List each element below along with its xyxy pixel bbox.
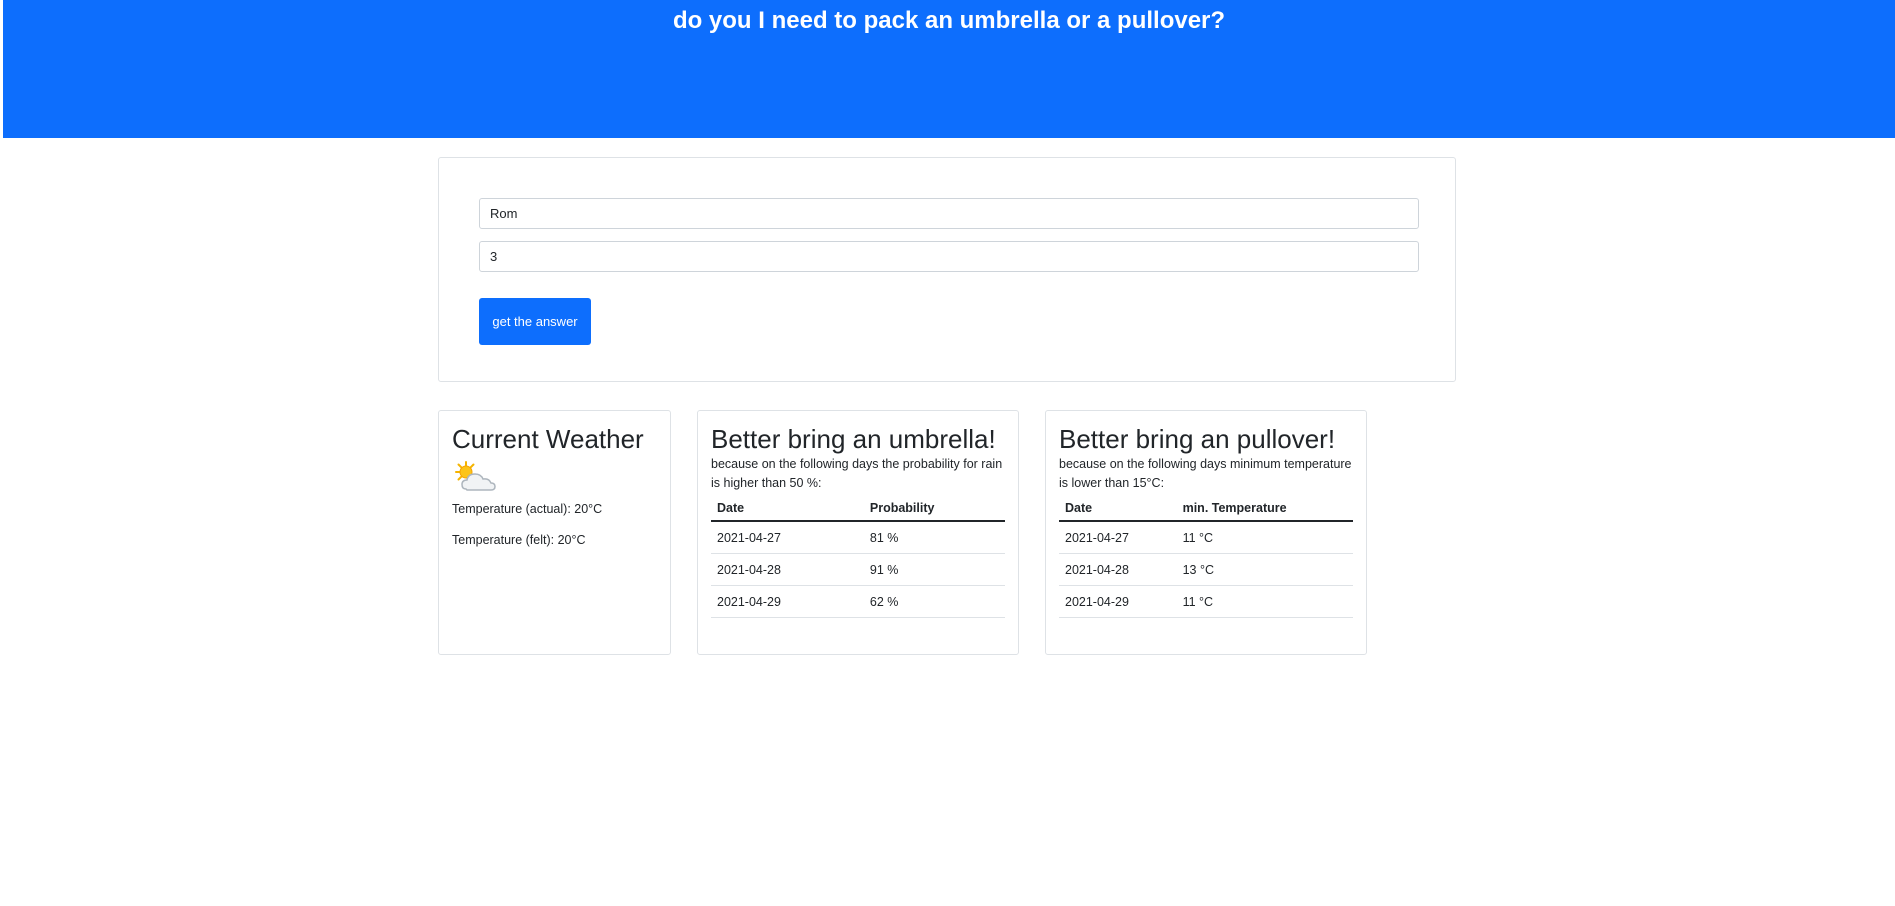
table-row: 2021-04-27 11 °C bbox=[1059, 521, 1353, 554]
cell-min-temperature: 11 °C bbox=[1176, 521, 1353, 554]
table-header-row: Date Probability bbox=[711, 496, 1005, 522]
current-weather-card: Current Weather Temperature (actual): 20… bbox=[438, 410, 671, 655]
city-input[interactable] bbox=[479, 198, 1419, 229]
umbrella-card: Better bring an umbrella! because on the… bbox=[697, 410, 1019, 655]
cell-probability: 81 % bbox=[863, 521, 1005, 554]
table-header-row: Date min. Temperature bbox=[1059, 496, 1353, 522]
column-header-date: Date bbox=[1059, 496, 1177, 522]
days-input[interactable] bbox=[479, 241, 1419, 272]
cell-min-temperature: 13 °C bbox=[1176, 553, 1353, 586]
get-answer-button[interactable]: get the answer bbox=[479, 298, 591, 345]
cell-date: 2021-04-27 bbox=[1059, 521, 1177, 554]
partly-cloudy-icon bbox=[452, 455, 657, 500]
cell-probability: 62 % bbox=[863, 585, 1005, 618]
min-temperature-table: Date min. Temperature 2021-04-27 11 °C 2… bbox=[1059, 496, 1353, 618]
column-header-probability: Probability bbox=[863, 496, 1005, 522]
cell-date: 2021-04-29 bbox=[1059, 585, 1177, 618]
column-header-min-temperature: min. Temperature bbox=[1176, 496, 1353, 522]
column-header-date: Date bbox=[711, 496, 864, 522]
pullover-title: Better bring an pullover! bbox=[1059, 424, 1336, 454]
query-form: get the answer bbox=[438, 157, 1456, 382]
temperature-felt: Temperature (felt): 20°C bbox=[452, 533, 586, 547]
rain-probability-table: Date Probability 2021-04-27 81 % 2021-04… bbox=[711, 496, 1005, 618]
umbrella-description: because on the following days the probab… bbox=[711, 457, 1003, 490]
table-row: 2021-04-29 62 % bbox=[711, 585, 1005, 618]
table-row: 2021-04-28 13 °C bbox=[1059, 553, 1353, 586]
pullover-description: because on the following days minimum te… bbox=[1059, 457, 1352, 490]
table-row: 2021-04-28 91 % bbox=[711, 553, 1005, 586]
table-row: 2021-04-27 81 % bbox=[711, 521, 1005, 554]
cell-probability: 91 % bbox=[863, 553, 1005, 586]
cell-min-temperature: 11 °C bbox=[1176, 585, 1353, 618]
cell-date: 2021-04-28 bbox=[711, 553, 864, 586]
temperature-actual: Temperature (actual): 20°C bbox=[452, 502, 603, 516]
pullover-card: Better bring an pullover! because on the… bbox=[1045, 410, 1367, 655]
umbrella-title: Better bring an umbrella! bbox=[711, 424, 996, 454]
cell-date: 2021-04-29 bbox=[711, 585, 864, 618]
cell-date: 2021-04-28 bbox=[1059, 553, 1177, 586]
page-header: do you I need to pack an umbrella or a p… bbox=[3, 0, 1895, 138]
cell-date: 2021-04-27 bbox=[711, 521, 864, 554]
page-title: do you I need to pack an umbrella or a p… bbox=[672, 7, 1226, 34]
table-row: 2021-04-29 11 °C bbox=[1059, 585, 1353, 618]
current-weather-title: Current Weather bbox=[452, 424, 644, 454]
